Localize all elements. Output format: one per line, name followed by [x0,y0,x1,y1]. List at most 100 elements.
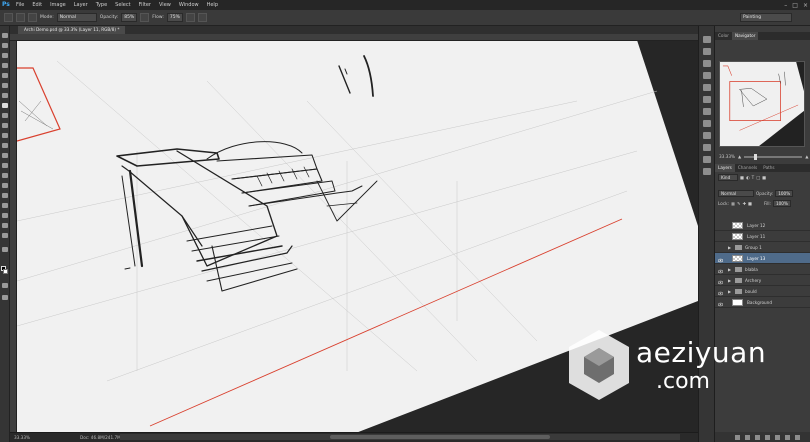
background-color-swatch[interactable] [3,269,8,274]
gradient-tool-icon[interactable] [1,142,9,149]
brush-tool-icon[interactable] [1,102,9,109]
quick-mask-icon[interactable] [1,282,9,289]
menu-window[interactable]: Window [175,0,203,10]
zoom-in-icon[interactable]: ▲ [805,154,808,159]
actions-panel-icon[interactable] [703,48,711,55]
layer-row-background[interactable]: Background [715,297,810,308]
brush-preset-icon[interactable] [16,13,25,22]
expand-arrow-icon[interactable]: ▶ [728,264,731,275]
eyedropper-tool-icon[interactable] [1,82,9,89]
opacity-field[interactable]: 85% [121,13,138,22]
layer-filter-select[interactable]: Kind [718,173,738,181]
lock-move-icon[interactable]: ✚ [742,201,746,206]
horizontal-scrollbar[interactable] [120,434,680,440]
layer-row-group-1[interactable]: ▶ Group 1 [715,242,810,253]
eye-icon[interactable] [717,278,724,285]
layer-row-blabla[interactable]: ▶ blabla [715,264,810,275]
menu-layer[interactable]: Layer [70,0,92,10]
layer-fill-field[interactable]: 100% [772,199,791,207]
eye-icon[interactable] [717,256,724,263]
menu-edit[interactable]: Edit [28,0,46,10]
blend-mode-select[interactable]: Normal [718,189,754,197]
clone-source-icon[interactable] [703,120,711,127]
tab-color[interactable]: Color [715,32,732,40]
crop-tool-icon[interactable] [1,72,9,79]
menu-view[interactable]: View [155,0,175,10]
character-panel-icon[interactable] [703,132,711,139]
navigator-preview[interactable] [719,61,805,147]
pressure-size-icon[interactable] [197,13,207,22]
minimize-icon[interactable]: – [784,2,787,9]
delete-layer-icon[interactable] [795,434,800,440]
menu-image[interactable]: Image [46,0,70,10]
menu-filter[interactable]: Filter [135,0,155,10]
path-select-tool-icon[interactable] [1,192,9,199]
eye-icon[interactable] [717,267,724,274]
type-tool-icon[interactable] [1,182,9,189]
move-tool-icon[interactable] [1,32,9,39]
brush-tool-icon[interactable] [4,13,13,22]
brush-presets-icon[interactable] [703,108,711,115]
layer-row-archery[interactable]: ▶ Archery [715,275,810,286]
menu-help[interactable]: Help [203,0,222,10]
styles-panel-icon[interactable] [703,84,711,91]
layer-row-layer-13[interactable]: Layer 13 [715,253,810,264]
document-tab[interactable]: Archi Demo.psd @ 33.3% (Layer 11, RGB/8)… [18,26,126,34]
stamp-tool-icon[interactable] [1,112,9,119]
workspace-select[interactable]: Painting [740,13,792,22]
pressure-opacity-icon[interactable] [140,13,150,22]
filter-smart-icon[interactable]: ■ [762,175,766,180]
expand-arrow-icon[interactable]: ▶ [728,286,731,297]
close-icon[interactable]: × [803,2,808,9]
swatches-panel-icon[interactable] [703,72,711,79]
navigator-zoom-slider[interactable] [744,153,803,160]
shape-tool-icon[interactable] [1,202,9,209]
filter-pixel-icon[interactable]: ■ [740,175,744,180]
tab-layers[interactable]: Layers [715,164,735,172]
lock-paint-icon[interactable]: ✎ [737,201,741,206]
tab-channels[interactable]: Channels [735,164,760,172]
scroll-thumb[interactable] [330,435,550,439]
tab-paths[interactable]: Paths [760,164,777,172]
layer-style-icon[interactable] [745,434,750,440]
new-layer-icon[interactable] [785,434,790,440]
layer-row-layer-12[interactable]: Layer 12 [715,220,810,231]
menu-select[interactable]: Select [111,0,134,10]
pen-tool-icon[interactable] [1,172,9,179]
filter-type-icon[interactable]: T [752,175,755,180]
history-panel-icon[interactable] [703,36,711,43]
expand-arrow-icon[interactable]: ▶ [728,275,731,286]
airbrush-icon[interactable] [185,13,195,22]
quick-select-tool-icon[interactable] [1,62,9,69]
adjustments-panel-icon[interactable] [703,60,711,67]
healing-tool-icon[interactable] [1,92,9,99]
layer-row-bould[interactable]: ▶ bould [715,286,810,297]
history-brush-tool-icon[interactable] [1,122,9,129]
screen-mode-icon[interactable] [1,294,9,301]
visibility-toggle-icon[interactable] [718,223,723,228]
eraser-tool-icon[interactable] [1,132,9,139]
link-layers-icon[interactable] [735,434,740,440]
new-group-icon[interactable] [775,434,780,440]
info-panel-icon[interactable] [703,168,711,175]
menu-type[interactable]: Type [92,0,111,10]
blur-tool-icon[interactable] [1,152,9,159]
more-tools-icon[interactable] [1,246,9,253]
lock-pixels-icon[interactable]: ▦ [731,201,735,206]
filter-adjust-icon[interactable]: ◐ [746,175,750,180]
status-zoom[interactable]: 33.33% [14,435,30,440]
marquee-tool-icon[interactable] [1,42,9,49]
eye-icon[interactable] [717,300,724,307]
navigator-zoom-value[interactable]: 33.33% [719,154,735,159]
rotate-view-tool-icon[interactable] [1,232,9,239]
hand-tool-icon[interactable] [1,212,9,219]
visibility-toggle-icon[interactable] [718,234,723,239]
zoom-out-icon[interactable]: ▲ [738,154,741,159]
properties-panel-icon[interactable] [703,156,711,163]
brush-panel-icon[interactable] [703,96,711,103]
flow-field[interactable]: 75% [166,13,183,22]
layer-row-layer-11[interactable]: Layer 11 [715,231,810,242]
mode-select[interactable]: Normal [56,13,97,22]
brush-panel-icon[interactable] [28,13,37,22]
lock-all-icon[interactable]: ■ [748,201,752,206]
